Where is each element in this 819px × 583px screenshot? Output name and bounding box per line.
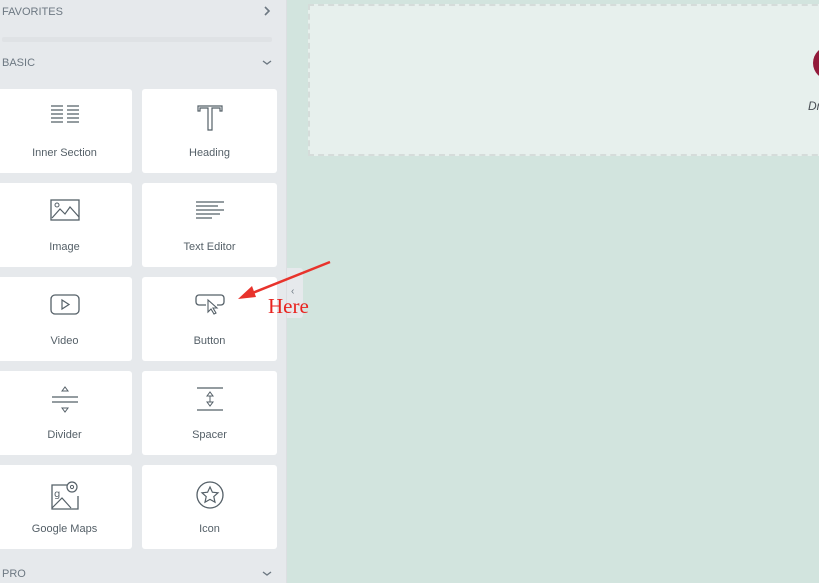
- widget-divider[interactable]: Divider: [0, 371, 132, 455]
- category-favorites[interactable]: FAVORITES: [2, 6, 274, 18]
- widget-spacer[interactable]: Spacer: [142, 371, 277, 455]
- widget-label: Divider: [47, 429, 82, 441]
- widget-button[interactable]: Button: [142, 277, 277, 361]
- svg-text:g: g: [54, 489, 60, 500]
- widget-label: Spacer: [192, 429, 227, 441]
- widget-label: Button: [193, 335, 226, 347]
- chevron-down-icon: [262, 60, 272, 65]
- text-editor-icon: [195, 201, 224, 219]
- category-label: BASIC: [2, 57, 36, 69]
- divider-icon: [51, 386, 78, 413]
- video-icon: [49, 294, 80, 315]
- widget-text-editor[interactable]: Text Editor: [142, 183, 277, 267]
- widget-heading[interactable]: Heading: [142, 89, 277, 173]
- widget-label: Video: [50, 335, 79, 347]
- widget-label: Text Editor: [183, 241, 236, 253]
- category-label: FAVORITES: [2, 6, 63, 18]
- divider: [2, 37, 272, 42]
- button-icon: [194, 294, 225, 315]
- widget-label: Heading: [189, 147, 230, 159]
- inner-section-icon: [50, 105, 79, 123]
- category-pro[interactable]: PRO: [2, 568, 274, 580]
- spacer-icon: [196, 387, 223, 411]
- chevron-down-icon: [262, 571, 272, 576]
- canvas-text: Dr: [808, 99, 819, 113]
- widget-label: Icon: [199, 523, 220, 535]
- heading-icon: [196, 105, 223, 131]
- image-icon: [49, 199, 80, 221]
- widget-label: Google Maps: [31, 523, 98, 535]
- star-icon: [195, 481, 224, 509]
- widget-image[interactable]: Image: [0, 183, 132, 267]
- widget-inner-section[interactable]: Inner Section: [0, 89, 132, 173]
- widget-google-maps[interactable]: g Google Maps: [0, 465, 132, 549]
- widget-video[interactable]: Video: [0, 277, 132, 361]
- widget-icon[interactable]: Icon: [142, 465, 277, 549]
- widget-label: Image: [49, 241, 80, 253]
- canvas-section[interactable]: [308, 4, 819, 156]
- widget-panel: FAVORITES BASIC Inner Section Heading Im…: [0, 0, 287, 583]
- category-basic[interactable]: BASIC: [2, 57, 274, 69]
- category-label: PRO: [2, 568, 26, 580]
- chevron-right-icon: [264, 6, 271, 16]
- annotation-label: Here: [268, 294, 309, 318]
- google-maps-icon: g: [50, 481, 79, 510]
- widget-label: Inner Section: [32, 147, 97, 159]
